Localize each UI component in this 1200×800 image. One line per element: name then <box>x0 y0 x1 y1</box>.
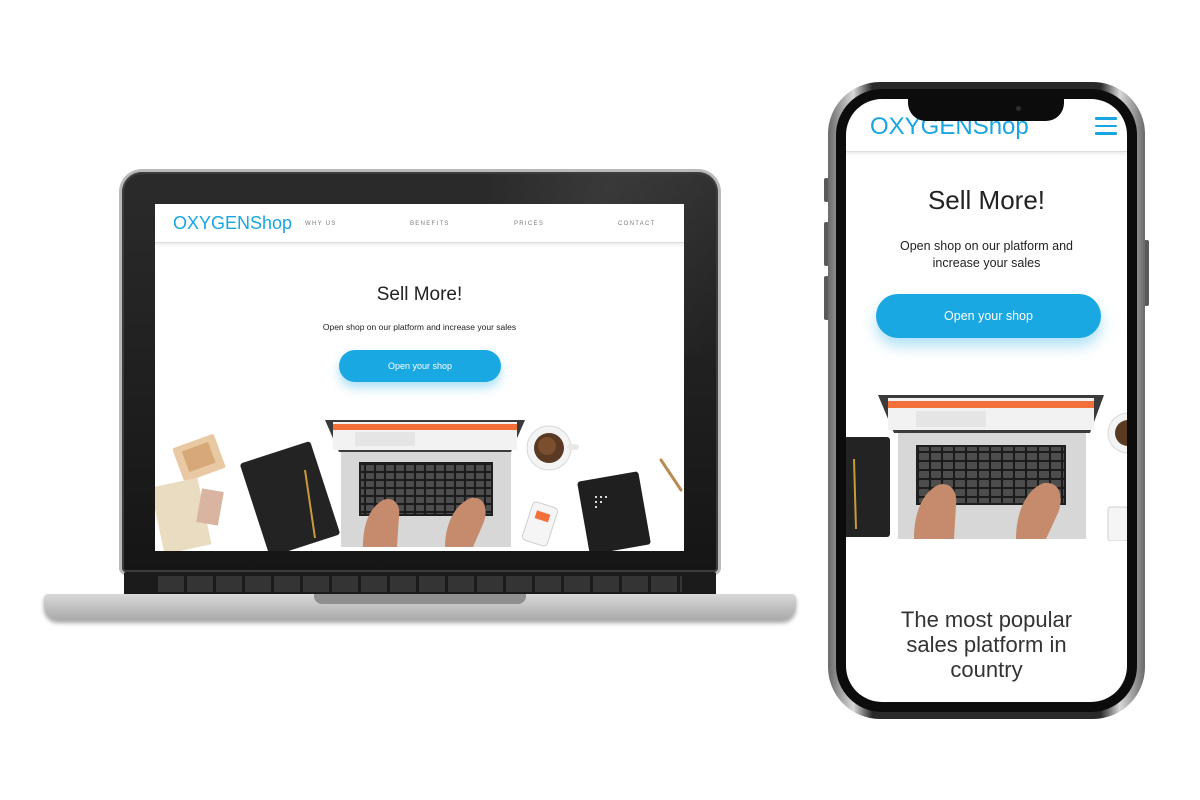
phone-notch <box>908 99 1064 121</box>
hero-subtitle: Open shop on our platform and increase y… <box>322 322 517 332</box>
laptop-screen: OXYGENShop WHY US BENEFITS PRICES CONTAC… <box>155 204 684 551</box>
coffee-cup-image <box>1107 412 1127 454</box>
mobile-open-shop-button[interactable]: Open your shop <box>876 294 1101 338</box>
hero-title: Sell More! <box>376 284 463 305</box>
notebook-image <box>240 441 340 551</box>
desktop-navbar: OXYGENShop WHY US BENEFITS PRICES CONTAC… <box>155 204 684 243</box>
nav-link-benefits[interactable]: BENEFITS <box>410 221 450 227</box>
laptop-base <box>44 572 796 628</box>
hamburger-icon[interactable] <box>1095 117 1117 135</box>
desk-phone-image <box>1107 506 1127 541</box>
open-shop-button[interactable]: Open your shop <box>339 350 501 382</box>
coffee-cup-image <box>526 425 579 471</box>
mobile-hero-image <box>846 395 1127 541</box>
hero-desk-image <box>155 420 683 551</box>
laptop-opening-notch <box>314 594 526 604</box>
postcards-image <box>155 434 226 551</box>
nav-link-why-us[interactable]: WHY US <box>305 221 337 227</box>
desk-phone-image <box>521 501 559 547</box>
section-title: The most popular sales platform in count… <box>900 607 1073 682</box>
mobile-hero-subtitle: Open shop on our platform and increase y… <box>899 239 1074 270</box>
laptop-keyboard <box>124 572 716 596</box>
mobile-hero-title: Sell More! <box>927 185 1046 215</box>
pencil-image <box>659 458 683 492</box>
nav-link-prices[interactable]: PRICES <box>514 221 544 227</box>
laptop-illustration-image <box>325 420 525 547</box>
laptop-illustration-image <box>878 395 1104 539</box>
phone-screen: OXYGENShop Sell More! Open shop on our p… <box>846 99 1127 702</box>
notebook-image <box>846 437 890 537</box>
planner-image <box>577 471 651 551</box>
nav-link-contact[interactable]: CONTACT <box>618 221 656 227</box>
desktop-logo[interactable]: OXYGENShop <box>173 213 292 234</box>
